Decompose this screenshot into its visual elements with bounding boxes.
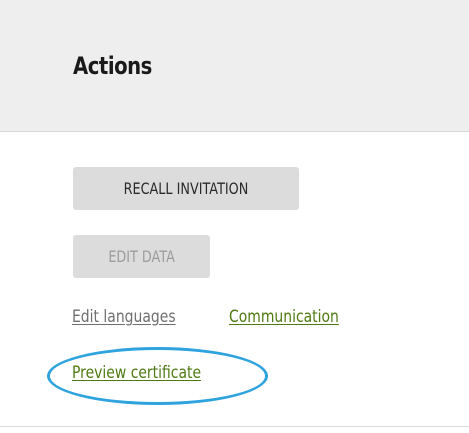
recall-invitation-label: RECALL INVITATION bbox=[123, 179, 249, 198]
edit-data-label: EDIT DATA bbox=[108, 247, 175, 266]
edit-languages-link[interactable]: Edit languages bbox=[72, 307, 176, 327]
actions-header: Actions bbox=[0, 0, 469, 132]
actions-panel: Actions RECALL INVITATION EDIT DATA Edit… bbox=[0, 0, 469, 433]
recall-invitation-button[interactable]: RECALL INVITATION bbox=[73, 167, 299, 210]
preview-certificate-link[interactable]: Preview certificate bbox=[72, 363, 201, 383]
edit-data-button[interactable]: EDIT DATA bbox=[73, 235, 210, 278]
section-title: Actions bbox=[73, 52, 152, 80]
communication-link[interactable]: Communication bbox=[229, 307, 339, 327]
section-divider bbox=[0, 426, 469, 427]
